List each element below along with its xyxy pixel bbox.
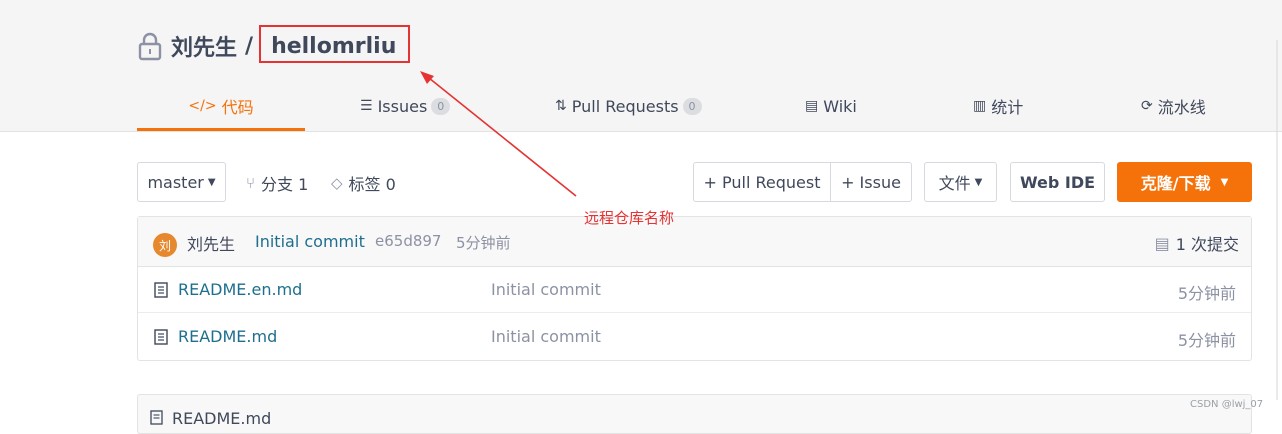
- watermark: CSDN @lwj_07: [1190, 399, 1264, 410]
- annotation-label: 远程仓库名称: [584, 209, 675, 227]
- scrollbar[interactable]: [1272, 40, 1282, 400]
